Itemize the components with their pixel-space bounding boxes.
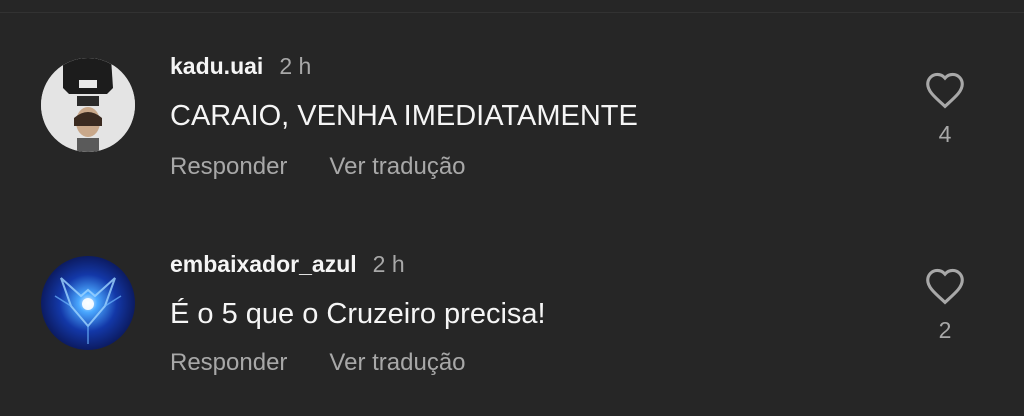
heart-icon[interactable] (924, 71, 966, 109)
like-group: 4 (920, 71, 970, 148)
blue-fox-avatar-icon (41, 256, 135, 350)
see-translation-button[interactable]: Ver tradução (329, 153, 465, 181)
like-count: 4 (938, 121, 952, 147)
timestamp: 2 h (279, 53, 312, 79)
comment-actions: Responder Ver tradução (170, 153, 466, 181)
avatar[interactable] (41, 256, 135, 350)
like-count: 2 (938, 317, 952, 343)
timestamp: 2 h (372, 251, 405, 277)
avatar[interactable] (41, 58, 135, 152)
comment-item: embaixador_azul 2 h É o 5 que o Cruzeiro… (0, 243, 1024, 393)
comment-text: É o 5 que o Cruzeiro precisa! (170, 298, 546, 330)
user-photo-avatar-icon (41, 58, 135, 152)
see-translation-button[interactable]: Ver tradução (329, 349, 465, 377)
like-group: 2 (920, 267, 970, 344)
comment-header: embaixador_azul 2 h (170, 251, 405, 278)
comment-header: kadu.uai 2 h (170, 53, 311, 80)
reply-button[interactable]: Responder (170, 153, 287, 181)
top-divider (0, 12, 1024, 13)
username[interactable]: kadu.uai (170, 53, 263, 80)
heart-icon[interactable] (924, 267, 966, 305)
comment-actions: Responder Ver tradução (170, 349, 466, 377)
reply-button[interactable]: Responder (170, 349, 287, 377)
comment-item: kadu.uai 2 h CARAIO, VENHA IMEDIATAMENTE… (0, 45, 1024, 195)
username[interactable]: embaixador_azul (170, 251, 357, 278)
comment-text: CARAIO, VENHA IMEDIATAMENTE (170, 100, 638, 132)
